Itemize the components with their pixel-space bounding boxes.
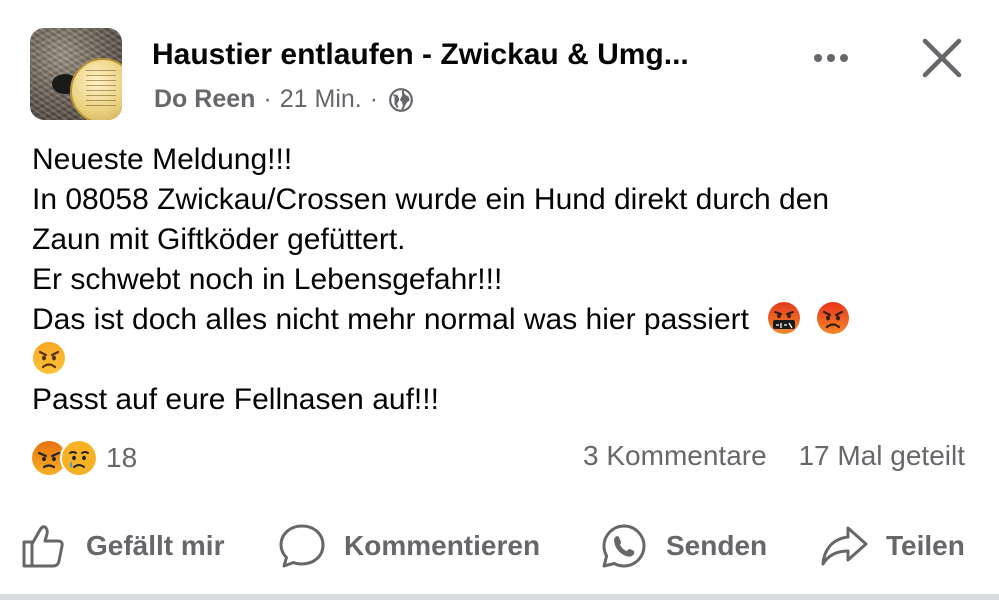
- post-text: Neueste Meldung!!! In 08058 Zwickau/Cros…: [32, 140, 972, 420]
- thumbs-up-icon: [22, 525, 64, 568]
- more-dot-icon: [840, 54, 848, 62]
- meta-separator: ·: [263, 85, 272, 113]
- group-avatar[interactable]: [30, 28, 122, 120]
- post-line: Passt auf eure Fellnasen auf!!!: [32, 383, 439, 416]
- reaction-summary[interactable]: 18: [30, 438, 137, 478]
- post-line: In 08058 Zwickau/Crossen wurde ein Hund …: [32, 183, 830, 216]
- close-icon[interactable]: [920, 36, 964, 80]
- post-line: Das ist doch alles nicht mehr normal was…: [32, 303, 749, 336]
- post-line: Neueste Meldung!!!: [32, 143, 293, 176]
- shares-count-link[interactable]: 17 Mal geteilt: [798, 440, 965, 471]
- more-options-button[interactable]: [806, 38, 856, 78]
- sad-reaction-icon: [60, 439, 98, 477]
- comment-bubble-icon: [279, 524, 325, 568]
- angry-red-face-emoji: [816, 301, 850, 335]
- post-line-emoji-wrap: [32, 340, 972, 380]
- author-name[interactable]: Do Reen: [154, 85, 255, 114]
- angry-face-emoji: [32, 341, 66, 375]
- action-bar: Gefällt mir Kommentieren Senden Teilen: [0, 516, 999, 576]
- meta-separator: ·: [369, 85, 379, 113]
- post-meta: Do Reen · 21 Min. ·: [154, 85, 414, 114]
- more-dot-icon: [814, 54, 822, 62]
- share-button[interactable]: Teilen: [820, 516, 965, 576]
- like-button[interactable]: Gefällt mir: [20, 516, 224, 576]
- share-arrow-icon: [821, 526, 868, 566]
- feed-divider: [0, 594, 999, 600]
- post-line: Er schwebt noch in Lebensgefahr!!!: [32, 263, 503, 296]
- post-time[interactable]: 21 Min.: [280, 85, 362, 114]
- send-button[interactable]: Senden: [600, 516, 767, 576]
- whatsapp-icon: [602, 524, 646, 568]
- share-label: Teilen: [886, 530, 965, 561]
- post-line: Zaun mit Giftköder gefüttert.: [32, 223, 406, 256]
- cursing-face-emoji: [767, 301, 801, 335]
- post-line-with-emojis: Das ist doch alles nicht mehr normal was…: [32, 300, 972, 340]
- globe-icon: [389, 87, 413, 112]
- more-dot-icon: [827, 54, 835, 62]
- reaction-count: 18: [106, 442, 138, 473]
- post-stats: 3 Kommentare 17 Mal geteilt: [583, 440, 965, 472]
- group-name-link[interactable]: Haustier entlaufen - Zwickau & Umg...: [152, 38, 689, 72]
- comments-count-link[interactable]: 3 Kommentare: [583, 440, 767, 471]
- comment-label: Kommentieren: [344, 530, 541, 561]
- comment-button[interactable]: Kommentieren: [278, 516, 540, 576]
- like-label: Gefällt mir: [86, 530, 225, 561]
- post-card: Haustier entlaufen - Zwickau & Umg... Do…: [0, 0, 999, 594]
- send-label: Senden: [666, 530, 768, 561]
